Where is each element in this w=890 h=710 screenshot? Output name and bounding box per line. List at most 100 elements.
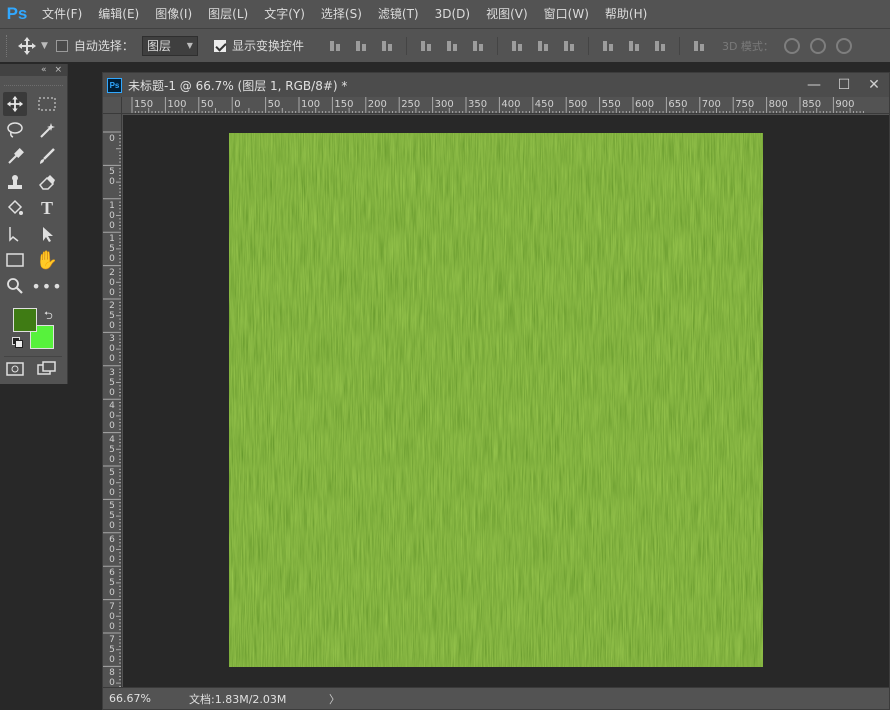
zoom-icon[interactable] <box>3 274 27 298</box>
ruler-tick-label: 100 <box>167 99 187 110</box>
ruler-tick-label: 550 <box>109 501 115 532</box>
move-tool-icon[interactable] <box>3 92 27 116</box>
3d-rotate-icon[interactable] <box>783 37 800 54</box>
distribute-left-icon[interactable] <box>601 39 615 53</box>
move-tool-preset-icon[interactable] <box>17 36 37 56</box>
distribute-vertical-center-icon[interactable] <box>536 39 550 53</box>
tools-panel-header: « × <box>0 64 67 76</box>
screen-mode-icon[interactable] <box>35 357 59 381</box>
document-tab[interactable]: Ps 未标题-1 @ 66.7% (图层 1, RGB/8#) * — ☐ ✕ <box>103 73 889 97</box>
menu-image[interactable]: 图像(I) <box>147 0 200 28</box>
menu-file[interactable]: 文件(F) <box>34 0 90 28</box>
rectangle-tool-icon[interactable] <box>3 248 27 272</box>
3d-pan-icon[interactable] <box>835 37 852 54</box>
lasso-icon[interactable] <box>3 118 27 142</box>
menu-filter[interactable]: 滤镜(T) <box>370 0 427 28</box>
foreground-color-swatch[interactable] <box>13 308 37 332</box>
status-bar: 66.67% 文档:1.83M/2.03M 〉 <box>103 687 889 709</box>
ruler-tick-label: 650 <box>668 99 688 110</box>
align-bottom-icon[interactable] <box>380 39 394 53</box>
window-controls: — ☐ ✕ <box>799 73 889 97</box>
ruler-tick-label: 700 <box>109 601 115 632</box>
divider <box>496 36 498 55</box>
close-icon[interactable]: ✕ <box>859 73 889 97</box>
document-ps-icon: Ps <box>107 77 122 93</box>
ruler-tick-label: 300 <box>434 99 454 110</box>
document-info: 文档:1.83M/2.03M <box>189 692 287 706</box>
auto-align-icon[interactable] <box>692 39 706 53</box>
3d-roll-icon[interactable] <box>809 37 826 54</box>
distribute-top-icon[interactable] <box>510 39 524 53</box>
distribute-bottom-icon[interactable] <box>562 39 576 53</box>
ruler-tick-label: 150 <box>134 99 154 110</box>
ruler-tick-label: 300 <box>109 334 115 365</box>
divider <box>678 36 680 55</box>
distribute-horizontal-center-icon[interactable] <box>627 39 641 53</box>
menu-edit[interactable]: 编辑(E) <box>90 0 147 28</box>
align-left-icon[interactable] <box>419 39 433 53</box>
eraser-icon[interactable] <box>35 170 59 194</box>
align-top-icon[interactable] <box>328 39 342 53</box>
show-transform-checkbox[interactable] <box>213 39 226 52</box>
swap-colors-icon[interactable]: ⮌ <box>44 307 53 326</box>
options-bar: ▼ 自动选择： 图层 ▼ 显示变换控件 3D 模式： <box>0 28 890 62</box>
hand-icon[interactable]: ✋ <box>35 248 59 272</box>
horizontal-ruler[interactable]: 150 100 50 0 50 100 150 200 250 300 350 400 450 500 55… <box>122 97 889 114</box>
auto-select-target-dropdown[interactable]: 图层 ▼ <box>141 35 198 56</box>
ruler-origin[interactable] <box>103 97 122 114</box>
zoom-level[interactable]: 66.67% <box>103 692 157 705</box>
menu-view[interactable]: 视图(V) <box>478 0 536 28</box>
path-selection-icon[interactable] <box>3 222 27 246</box>
chevron-right-icon[interactable]: 〉 <box>329 691 340 707</box>
ruler-tick-label: 700 <box>701 99 721 110</box>
ruler-tick-label: 50 <box>109 167 115 188</box>
chevron-down-icon[interactable]: ▼ <box>41 41 48 51</box>
grass-texture <box>229 133 763 667</box>
ruler-tick-label: 650 <box>109 568 115 599</box>
ruler-tick-label: 850 <box>802 99 822 110</box>
menu-layer[interactable]: 图层(L) <box>200 0 256 28</box>
quick-mask-icon[interactable] <box>3 357 27 381</box>
distribute-right-icon[interactable] <box>653 39 667 53</box>
clone-stamp-icon[interactable] <box>3 170 27 194</box>
options-grip[interactable] <box>6 34 11 57</box>
menu-3d[interactable]: 3D(D) <box>427 0 478 28</box>
auto-select-checkbox[interactable] <box>55 39 68 52</box>
close-icon[interactable]: × <box>54 65 62 75</box>
canvas-grass-image[interactable] <box>229 133 763 667</box>
ruler-tick-label: 100 <box>109 200 115 231</box>
ruler-tick-label: 350 <box>109 367 115 398</box>
menu-help[interactable]: 帮助(H) <box>597 0 655 28</box>
collapse-icon[interactable]: « <box>41 65 47 75</box>
align-right-icon[interactable] <box>471 39 485 53</box>
ruler-tick-label: 450 <box>534 99 554 110</box>
pasteboard[interactable] <box>123 115 889 687</box>
ruler-tick-label: 250 <box>401 99 421 110</box>
magic-wand-icon[interactable] <box>35 118 59 142</box>
more-tools-icon[interactable]: ••• <box>31 274 61 298</box>
eyedropper-icon[interactable] <box>3 144 27 168</box>
tools-panel: « × T ✋ ••• ⮌ <box>0 64 68 384</box>
maximize-icon[interactable]: ☐ <box>829 73 859 97</box>
minimize-icon[interactable]: — <box>799 73 829 97</box>
align-vertical-center-icon[interactable] <box>354 39 368 53</box>
menu-window[interactable]: 窗口(W) <box>536 0 597 28</box>
divider <box>405 36 407 55</box>
ruler-tick-label: 500 <box>568 99 588 110</box>
ruler-tick-label: 900 <box>835 99 855 110</box>
ruler-tick-label: 400 <box>109 401 115 432</box>
text-tool-icon[interactable]: T <box>35 196 59 220</box>
align-horizontal-center-icon[interactable] <box>445 39 459 53</box>
document-window: Ps 未标题-1 @ 66.7% (图层 1, RGB/8#) * — ☐ ✕ … <box>102 72 890 710</box>
direct-selection-icon[interactable] <box>35 222 59 246</box>
rectangular-marquee-icon[interactable] <box>35 92 59 116</box>
auto-select-target-value: 图层 <box>146 39 171 53</box>
menu-type[interactable]: 文字(Y) <box>256 0 313 28</box>
menu-select[interactable]: 选择(S) <box>313 0 370 28</box>
paint-bucket-icon[interactable] <box>3 196 27 220</box>
default-colors-icon[interactable] <box>12 337 23 348</box>
tools-grip[interactable] <box>4 78 63 86</box>
ruler-tick-label: 750 <box>109 635 115 665</box>
brush-icon[interactable] <box>35 144 59 168</box>
vertical-ruler[interactable]: 0 50 100 150 200 250 300 350 400 450 500 550 600 650 7… <box>103 114 122 687</box>
